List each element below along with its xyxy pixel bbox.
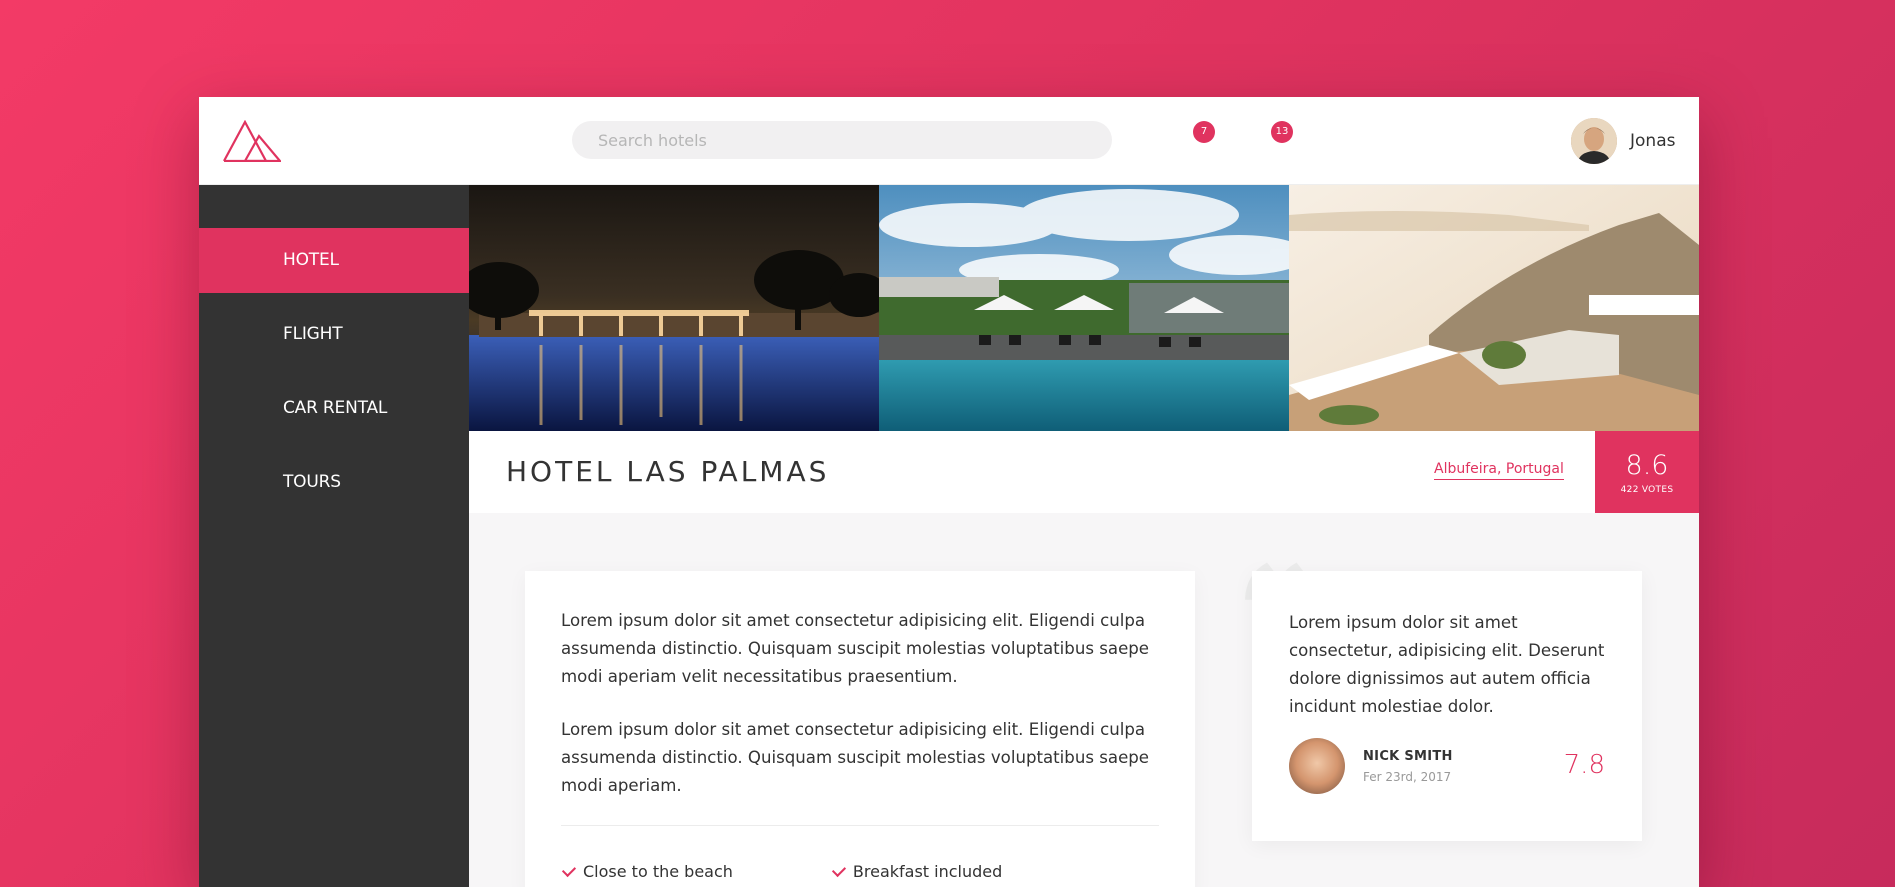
app-window: 7 13 Jonas HOTEL FLIGHT	[199, 97, 1699, 887]
feature-item: Close to the beach	[561, 862, 733, 881]
review-text: Lorem ipsum dolor sit amet consectetur, …	[1289, 613, 1605, 716]
sidebar-item-label: FLIGHT	[283, 324, 343, 344]
sidebar-item-hotel[interactable]: HOTEL	[199, 228, 469, 293]
rating-value: 8.6	[1625, 450, 1669, 481]
review-card: Lorem ipsum dolor sit amet consectetur, …	[1252, 571, 1642, 841]
sidebar-item-tours[interactable]: TOURS	[199, 450, 469, 515]
hotel-location-link[interactable]: Albufeira, Portugal	[1434, 461, 1564, 480]
description-divider	[561, 825, 1159, 826]
review-score: 7.8	[1563, 750, 1605, 780]
description-paragraph: Lorem ipsum dolor sit amet consectetur a…	[561, 611, 1150, 686]
user-menu[interactable]: Jonas	[1571, 117, 1675, 165]
search-input[interactable]	[572, 121, 1112, 159]
review-date: Fer 23rd, 2017	[1363, 769, 1452, 784]
hotel-name: HOTEL LAS PALMAS	[506, 455, 830, 488]
reviewer-info: NICK SMITH Fer 23rd, 2017	[1363, 749, 1453, 784]
description-paragraph: Lorem ipsum dolor sit amet consectetur a…	[561, 720, 1150, 795]
bookmarks-button[interactable]: 7	[1177, 121, 1217, 161]
sidebar-item-flight[interactable]: FLIGHT	[199, 302, 469, 367]
hotel-photo-terrace[interactable]	[1289, 185, 1699, 431]
top-header: 7 13 Jonas	[199, 97, 1699, 185]
sidebar-item-label: TOURS	[283, 472, 341, 492]
hotel-gallery	[469, 185, 1699, 431]
reviewer: NICK SMITH Fer 23rd, 2017 7.8	[1289, 738, 1605, 794]
logo-icon[interactable]	[223, 120, 281, 162]
rating-badge: 8.6 422 VOTES	[1595, 431, 1699, 513]
sidebar-item-label: CAR RENTAL	[283, 398, 388, 418]
chat-badge: 13	[1271, 121, 1293, 143]
user-name: Jonas	[1630, 131, 1676, 151]
hotel-photo-night-pool[interactable]	[469, 185, 879, 431]
reviewer-avatar	[1289, 738, 1345, 794]
chat-button[interactable]: 13	[1255, 121, 1295, 161]
reviewer-name: NICK SMITH	[1363, 748, 1453, 764]
user-avatar	[1571, 118, 1617, 164]
bookmarks-badge: 7	[1193, 121, 1215, 143]
feature-list: Close to the beach Breakfast included	[561, 862, 1159, 881]
sidebar-item-car-rental[interactable]: CAR RENTAL	[199, 376, 469, 441]
sidebar-item-label: HOTEL	[283, 250, 339, 270]
hotel-photo-day-pool[interactable]	[879, 185, 1289, 431]
hotel-title-bar: HOTEL LAS PALMAS Albufeira, Portugal 8.6…	[469, 431, 1699, 513]
sidebar-nav: HOTEL FLIGHT CAR RENTAL TOURS	[199, 185, 469, 887]
rating-votes: 422 VOTES	[1620, 485, 1674, 495]
feature-item: Breakfast included	[831, 862, 1002, 881]
description-card: Lorem ipsum dolor sit amet consectetur a…	[525, 571, 1195, 887]
